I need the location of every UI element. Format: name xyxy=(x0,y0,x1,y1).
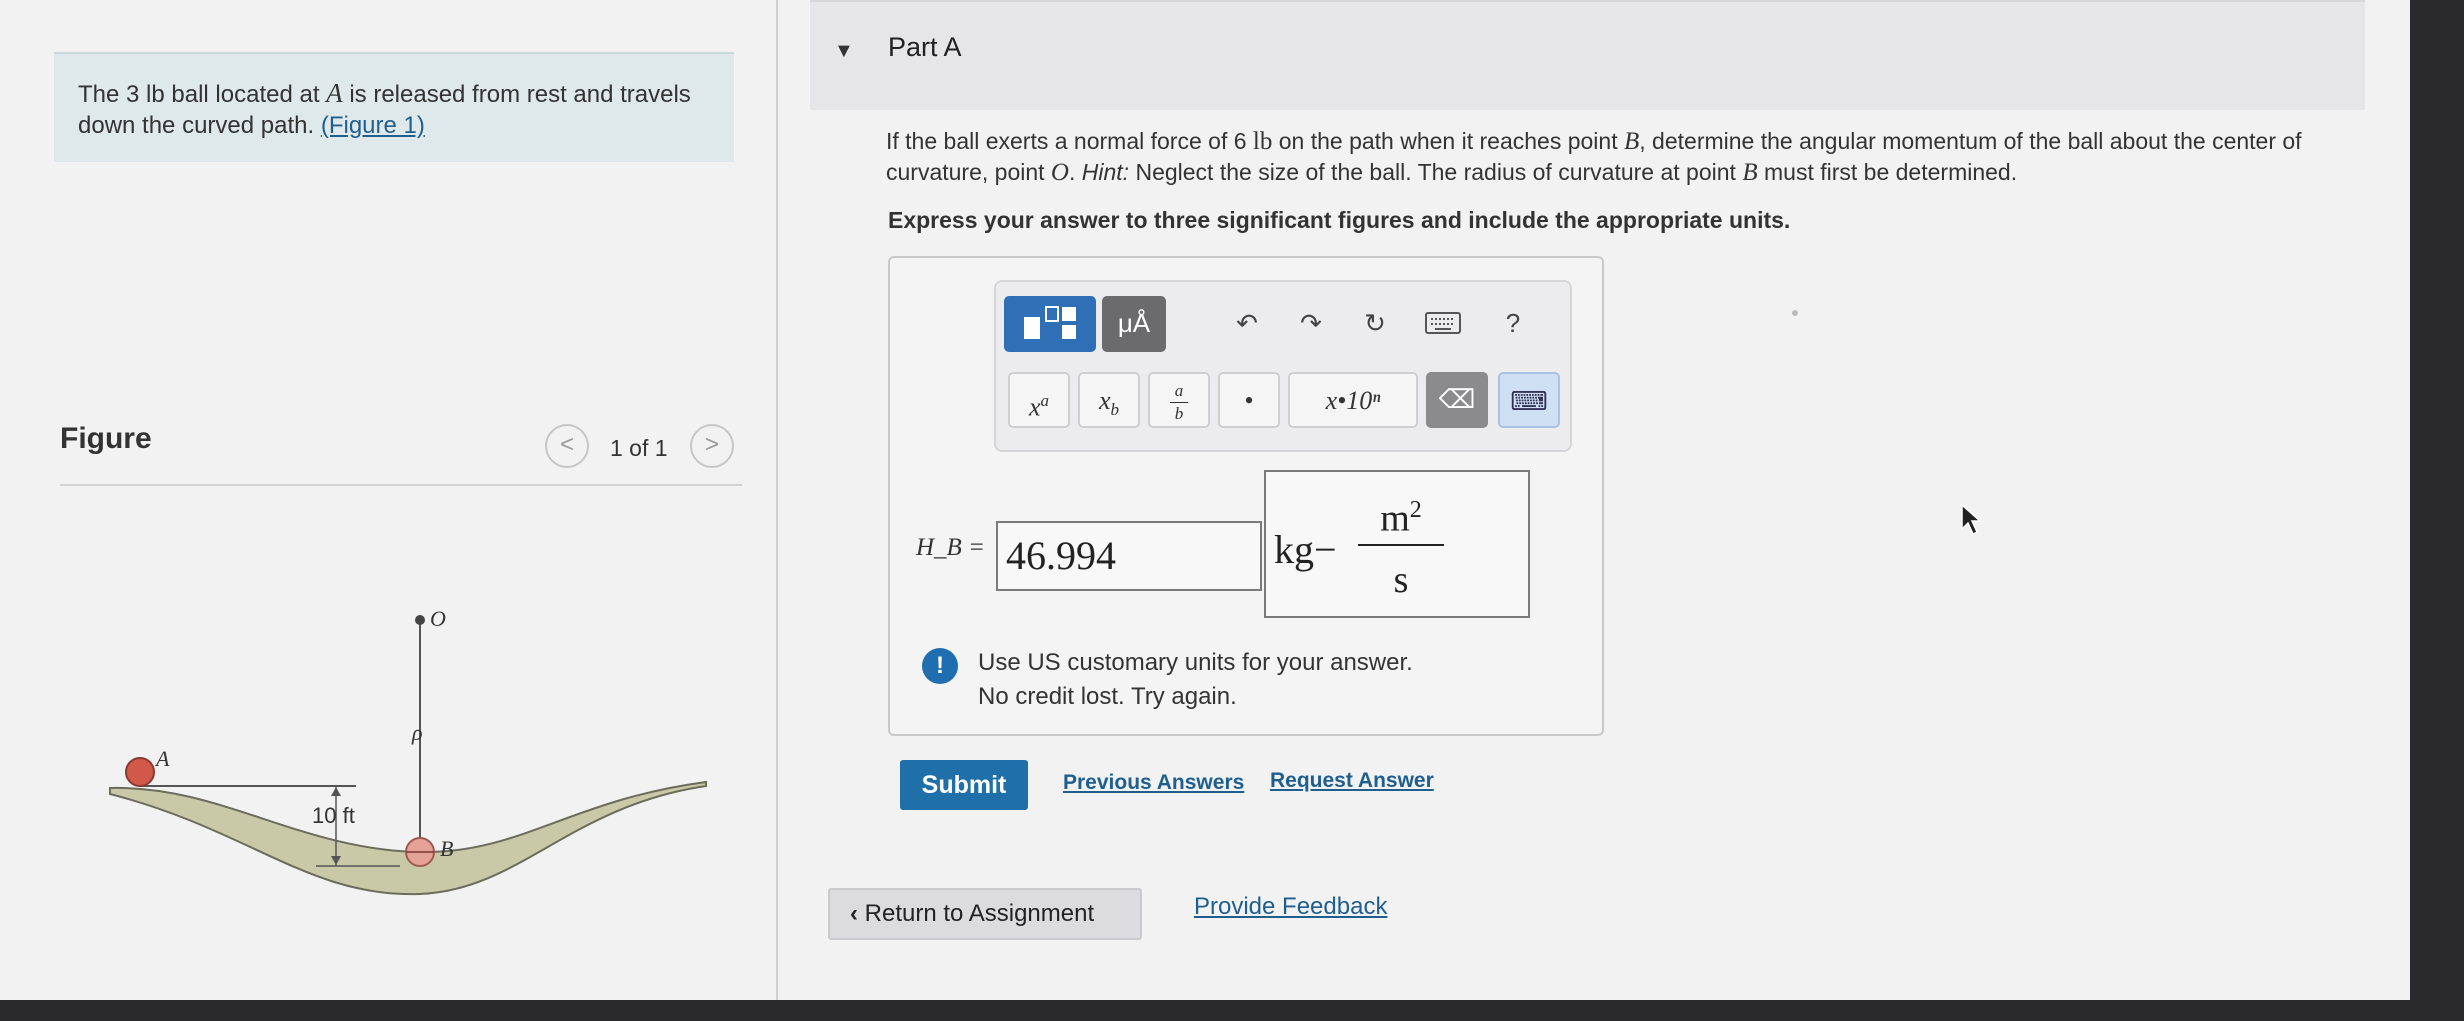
unit-kg: kg− xyxy=(1274,527,1337,572)
hint-label: Hint: xyxy=(1081,159,1130,185)
point-o-dot xyxy=(415,615,425,625)
question-text: If the ball exerts a normal force of 6 l… xyxy=(886,126,2356,188)
fraction-button[interactable]: a b xyxy=(1148,372,1210,428)
answer-units-input[interactable]: kg− m2 s xyxy=(1264,470,1530,618)
unit-denominator: s xyxy=(1393,559,1409,601)
answer-label: H_B = xyxy=(916,534,985,561)
keyboard-glyph xyxy=(1425,312,1461,334)
warning-icon: ! xyxy=(922,648,958,684)
label-o: O xyxy=(430,606,446,631)
figure-prev-button[interactable]: < xyxy=(545,424,589,468)
question-point-b2: B xyxy=(1742,159,1758,186)
templates-icon xyxy=(1024,306,1076,339)
question-seg-4: . xyxy=(1068,159,1082,185)
label-a: A xyxy=(154,746,170,771)
dot-button[interactable]: • xyxy=(1218,372,1280,428)
figure-title: Figure xyxy=(60,422,152,455)
panel-divider xyxy=(776,0,778,1000)
question-seg-2: on the path when it reaches point xyxy=(1272,128,1624,154)
submit-button[interactable]: Submit xyxy=(900,760,1028,810)
fraction-num: a xyxy=(1174,381,1184,400)
return-to-assignment-button[interactable]: ‹ Return to Assignment xyxy=(828,888,1142,940)
unit-fraction-bar xyxy=(1358,544,1444,546)
speck xyxy=(1792,310,1798,316)
screen: The 3 lb ball located at A is released f… xyxy=(0,0,2410,1000)
left-panel: The 3 lb ball located at A is released f… xyxy=(0,0,770,1000)
question-point-o: O xyxy=(1050,159,1069,186)
question-seg-5: Neglect the size of the ball. The radius… xyxy=(1129,159,1743,185)
question-unit-lb: lb xyxy=(1252,128,1273,155)
fraction-den: b xyxy=(1174,404,1184,423)
collapse-caret-icon[interactable]: ▼ xyxy=(834,40,854,63)
label-height: 10 ft xyxy=(312,803,355,828)
scientific-notation-button[interactable]: x•10ⁿ xyxy=(1288,372,1418,428)
answer-value-input[interactable]: 46.994 xyxy=(996,521,1262,591)
feedback-line-2: No credit lost. Try again. xyxy=(978,683,1237,710)
return-label: Return to Assignment xyxy=(864,900,1095,927)
part-title: Part A xyxy=(888,32,962,62)
label-b: B xyxy=(440,836,453,861)
part-header[interactable]: ▼ Part A xyxy=(810,0,2365,110)
undo-icon[interactable]: ↶ xyxy=(1222,296,1272,352)
reset-icon[interactable]: ↻ xyxy=(1350,296,1400,352)
label-rho: ρ xyxy=(411,720,423,745)
question-seg-1: If the ball exerts a normal force of 6 xyxy=(886,128,1253,154)
curved-path xyxy=(109,780,707,896)
figure-link[interactable]: (Figure 1) xyxy=(321,112,425,139)
prompt-point-a: A xyxy=(326,78,343,108)
figure-next-button[interactable]: > xyxy=(690,424,734,468)
question-point-b: B xyxy=(1624,128,1640,155)
chevron-left-icon: ‹ xyxy=(850,900,865,927)
arrow-up xyxy=(331,787,341,796)
provide-feedback-link[interactable]: Provide Feedback xyxy=(1194,893,1387,921)
figure-diagram: O ρ 10 ft A B xyxy=(109,606,707,896)
unit-fraction: m2 s xyxy=(1358,482,1444,608)
problem-prompt: The 3 lb ball located at A is released f… xyxy=(54,52,734,162)
prompt-text-1: The 3 lb ball located at xyxy=(78,81,327,108)
help-button[interactable]: ? xyxy=(1490,296,1536,352)
previous-answers-link[interactable]: Previous Answers xyxy=(1063,771,1244,795)
superscript-button[interactable]: xa xyxy=(1008,372,1070,428)
redo-icon[interactable]: ↷ xyxy=(1286,296,1336,352)
ball-a xyxy=(125,757,155,787)
feedback-message: Use US customary units for your answer. … xyxy=(978,646,1413,714)
keyboard-icon[interactable] xyxy=(1416,296,1470,352)
figure-divider xyxy=(60,484,742,486)
templates-button[interactable] xyxy=(1004,296,1096,352)
figure-counter: 1 of 1 xyxy=(610,435,668,461)
question-seg-6: must first be determined. xyxy=(1757,159,2018,185)
unit-numerator: m xyxy=(1380,497,1410,540)
mouse-cursor-icon xyxy=(1961,503,1982,536)
feedback-line-1: Use US customary units for your answer. xyxy=(978,649,1413,676)
units-button[interactable]: μÅ xyxy=(1102,296,1166,352)
math-toolbar: μÅ ↶ ↷ ↻ ? xa xb a b • x•10ⁿ ⌫ ⌨ xyxy=(994,280,1572,452)
request-answer-link[interactable]: Request Answer xyxy=(1270,769,1434,793)
answer-instruction: Express your answer to three significant… xyxy=(888,207,1791,233)
backspace-icon[interactable]: ⌫ xyxy=(1426,372,1488,428)
subscript-button[interactable]: xb xyxy=(1078,372,1140,428)
unit-exponent: 2 xyxy=(1409,497,1422,523)
toggle-keyboard-icon[interactable]: ⌨ xyxy=(1498,372,1560,428)
